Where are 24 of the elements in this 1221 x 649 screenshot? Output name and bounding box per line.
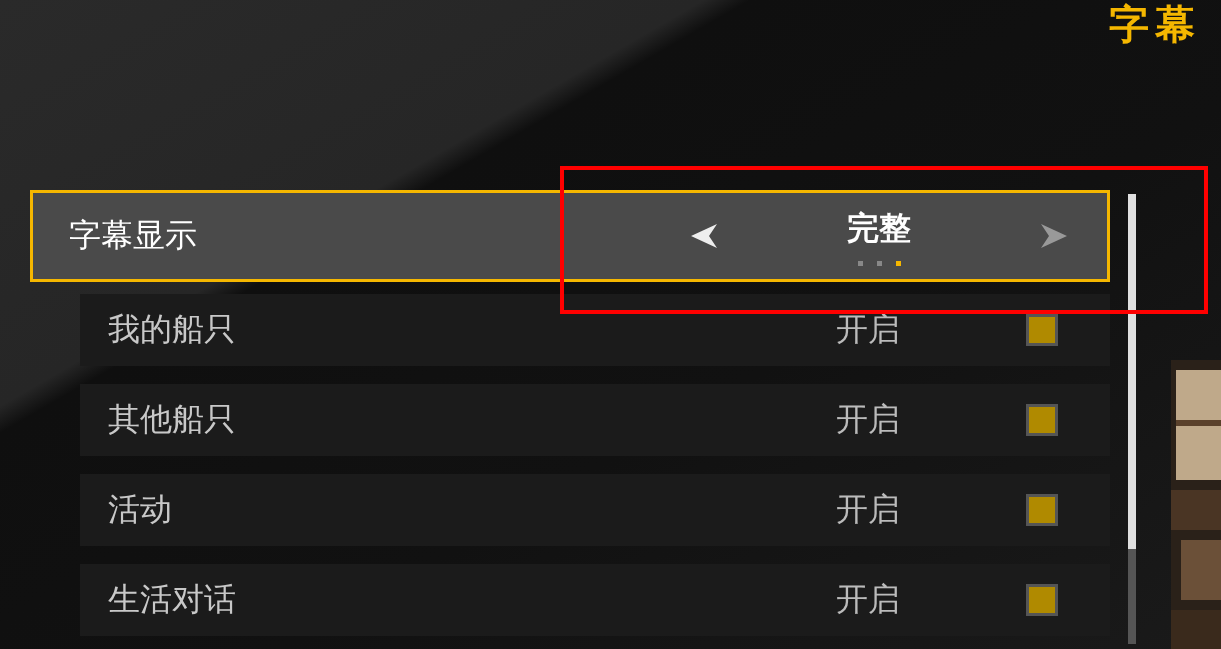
setting-label: 我的船只 (107, 309, 237, 350)
checkbox[interactable] (1026, 404, 1058, 436)
status-text: 开启 (836, 489, 901, 530)
subtitle-selector[interactable]: 字幕显示 完整 (30, 190, 1110, 282)
status-text: 开启 (836, 399, 901, 440)
setting-label: 生活对话 (107, 579, 237, 620)
setting-label: 活动 (107, 489, 173, 530)
checkbox[interactable] (1026, 494, 1058, 526)
setting-row[interactable]: 其他船只 开启 (80, 384, 1110, 456)
scrollbar-thumb[interactable] (1128, 194, 1136, 549)
setting-value: 完整 (847, 207, 911, 249)
setting-label: 其他船只 (107, 399, 237, 440)
setting-row[interactable]: 我的船只 开启 (80, 294, 1110, 366)
scrollbar[interactable] (1128, 194, 1136, 644)
checkbox[interactable] (1026, 314, 1058, 346)
left-arrow-icon[interactable] (689, 221, 719, 251)
status-text: 开启 (836, 579, 901, 620)
setting-label: 字幕显示 (68, 215, 198, 256)
status-text: 开启 (836, 309, 901, 350)
checkbox[interactable] (1026, 584, 1058, 616)
setting-row[interactable]: 生活对话 开启 (80, 564, 1110, 636)
setting-row[interactable]: 活动 开启 (80, 474, 1110, 546)
page-title: 字幕 (1109, 0, 1201, 48)
right-arrow-icon[interactable] (1039, 221, 1069, 251)
